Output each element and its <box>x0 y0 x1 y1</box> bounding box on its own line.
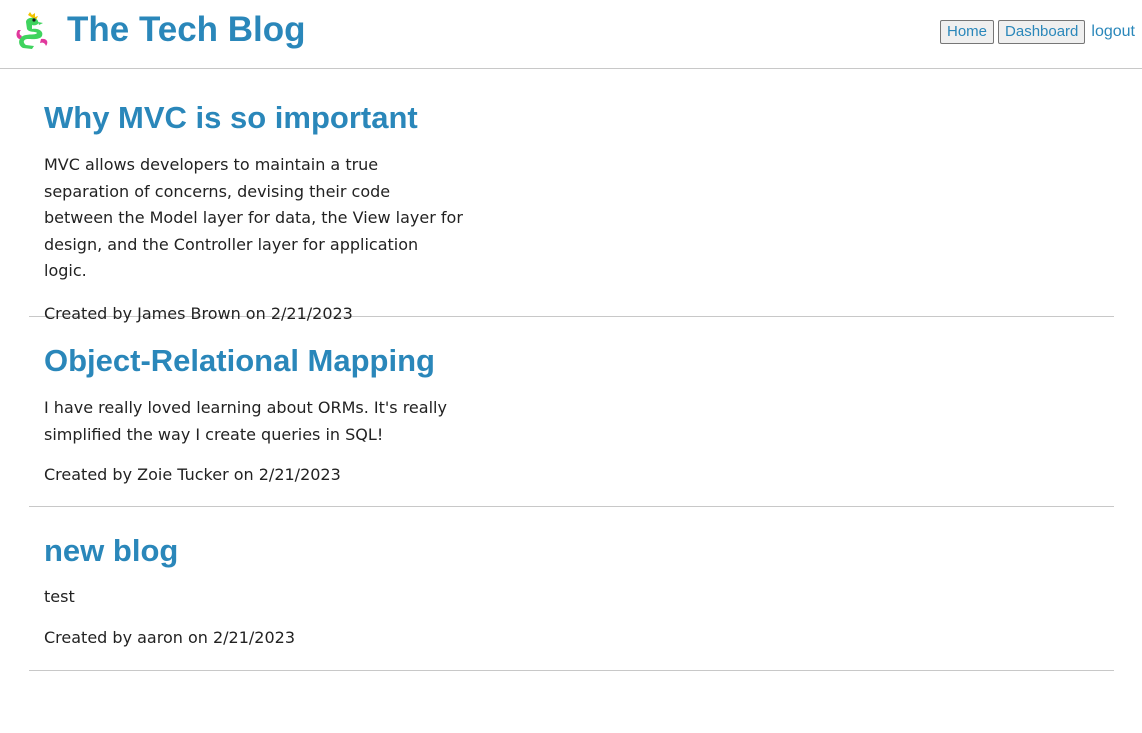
post-meta: Created by Zoie Tucker on 2/21/2023 <box>44 465 341 484</box>
home-button[interactable]: Home <box>940 20 995 44</box>
site-title[interactable]: The Tech Blog <box>67 8 306 52</box>
post-body: I have really loved learning about ORMs.… <box>44 398 447 444</box>
post-title[interactable]: Object-Relational Mapping <box>44 342 1114 380</box>
post-card[interactable]: Why MVC is so important MVC allows devel… <box>29 69 1114 323</box>
post-body: MVC allows developers to maintain a true… <box>44 155 463 280</box>
logout-link[interactable]: logout <box>1091 23 1135 41</box>
post-body: test <box>44 587 75 606</box>
post-meta: Created by aaron on 2/21/2023 <box>44 627 296 647</box>
main-nav: Home Dashboard logout <box>940 20 1135 44</box>
dragon-icon <box>16 12 48 49</box>
post-title[interactable]: Why MVC is so important <box>44 99 1114 137</box>
post-card[interactable]: new blog test Created by aaron on 2/21/2… <box>29 507 1114 671</box>
dashboard-button[interactable]: Dashboard <box>998 20 1086 44</box>
post-list: Why MVC is so important MVC allows devel… <box>29 69 1114 671</box>
post-title[interactable]: new blog <box>44 532 1114 570</box>
post-card[interactable]: Object-Relational Mapping I have really … <box>29 317 1114 507</box>
site-header: The Tech Blog Home Dashboard logout <box>0 0 1142 69</box>
